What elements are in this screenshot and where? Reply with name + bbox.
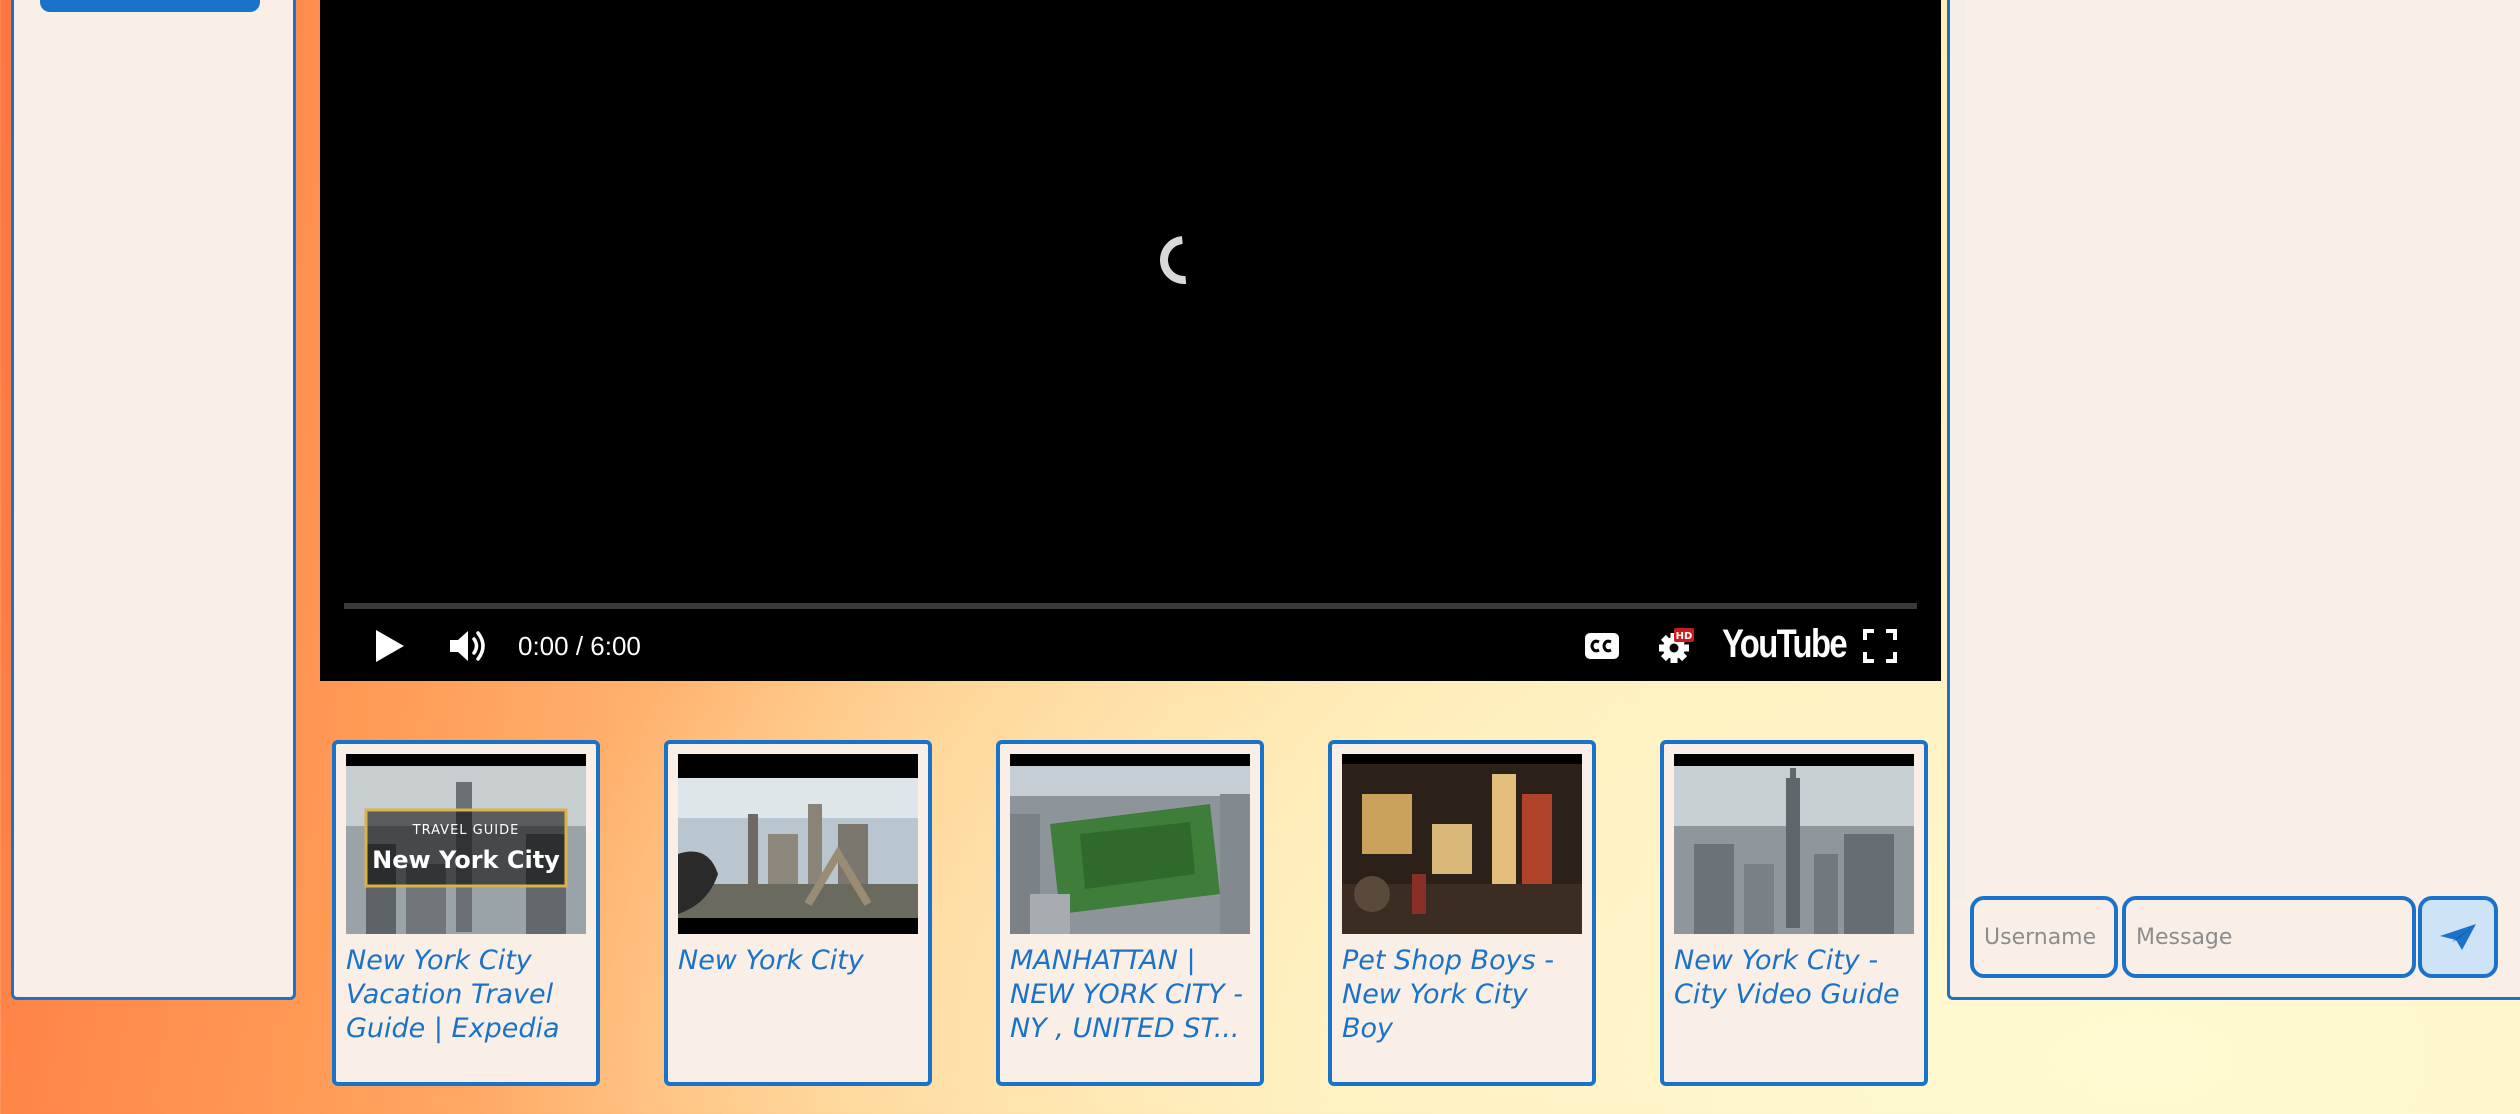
paper-plane-icon xyxy=(2440,924,2476,950)
video-card[interactable]: Pet Shop Boys - New York City Boy xyxy=(1328,740,1596,1086)
hd-badge: HD xyxy=(1676,631,1693,642)
chat-panel xyxy=(1947,0,2520,1000)
sidebar-top-button[interactable] xyxy=(40,0,260,12)
fullscreen-icon[interactable] xyxy=(1862,628,1898,664)
send-button[interactable] xyxy=(2418,896,2498,978)
play-icon[interactable] xyxy=(372,628,406,664)
video-title-link[interactable]: Pet Shop Boys - New York City Boy xyxy=(1342,944,1586,1046)
settings-gear-icon[interactable]: HD xyxy=(1656,626,1696,666)
video-title-link[interactable]: New York City Vacation Travel Guide | Ex… xyxy=(346,944,590,1046)
left-sidebar-panel xyxy=(11,0,296,1000)
video-title-link[interactable]: MANHATTAN | NEW YORK CITY - NY , UNITED … xyxy=(1010,944,1254,1046)
video-card[interactable]: TRAVEL GUIDE New York City New York City… xyxy=(332,740,600,1086)
video-card[interactable]: New York City xyxy=(664,740,932,1086)
username-input[interactable] xyxy=(1970,896,2118,978)
video-title-link[interactable]: New York City xyxy=(678,944,922,978)
video-thumbnail[interactable] xyxy=(678,754,918,934)
video-card[interactable]: New York City - City Video Guide xyxy=(1660,740,1928,1086)
video-thumbnail[interactable] xyxy=(1010,754,1250,934)
thumb-label-large: New York City xyxy=(372,846,560,874)
volume-icon[interactable] xyxy=(448,626,492,666)
video-card[interactable]: MANHATTAN | NEW YORK CITY - NY , UNITED … xyxy=(996,740,1264,1086)
cc-icon[interactable] xyxy=(1584,632,1620,660)
chat-scroll-track[interactable] xyxy=(1952,0,1966,900)
thumb-label-small: TRAVEL GUIDE xyxy=(412,823,520,838)
message-input[interactable] xyxy=(2122,896,2416,978)
video-thumbnail[interactable] xyxy=(1342,754,1582,934)
video-thumbnail[interactable]: TRAVEL GUIDE New York City xyxy=(346,754,586,934)
video-player[interactable] xyxy=(320,0,1941,681)
video-time: 0:00 / 6:00 xyxy=(518,631,641,661)
youtube-logo[interactable]: YouTube xyxy=(1722,622,1848,667)
video-thumbnail[interactable] xyxy=(1674,754,1914,934)
video-title-link[interactable]: New York City - City Video Guide xyxy=(1674,944,1918,1012)
video-progress-bar[interactable] xyxy=(344,603,1917,609)
